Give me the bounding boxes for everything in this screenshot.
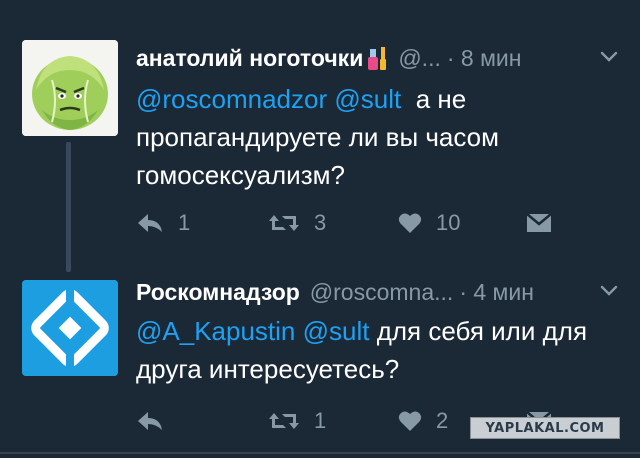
reply-icon <box>136 410 164 432</box>
retweet-count: 1 <box>314 408 327 433</box>
like-button[interactable]: 2 <box>398 404 448 438</box>
retweet-button[interactable]: 3 <box>268 206 326 240</box>
author-name[interactable]: Роскомнадзор <box>136 279 300 306</box>
envelope-icon <box>526 212 552 234</box>
like-count: 10 <box>436 210 461 235</box>
mention-link[interactable]: @roscomnadzor <box>136 84 327 114</box>
like-count: 2 <box>436 408 449 433</box>
heart-icon <box>398 410 422 432</box>
tweet-text: @roscomnadzor @sult а не пропагандируете… <box>136 80 616 194</box>
retweet-count: 3 <box>314 210 327 235</box>
author-name[interactable]: анатолий ноготочки <box>136 45 363 72</box>
like-button[interactable]: 10 <box>398 206 460 240</box>
tweet-text: @A_Kapustin @sult для себя или для друга… <box>136 312 616 388</box>
retweet-icon <box>268 410 300 432</box>
mention-link[interactable]: @sult <box>334 84 401 114</box>
tweet-header: анатолий ноготочки @... · 8 мин <box>136 38 640 78</box>
reply-button[interactable]: 1 <box>136 206 190 240</box>
chevron-down-icon[interactable] <box>600 48 618 66</box>
cabbage-avatar-icon[interactable] <box>22 40 118 136</box>
tweet-actions: 1 3 10 <box>136 206 566 240</box>
tweet-header: Роскомнадзор @roscomna... · 4 мин <box>136 272 640 312</box>
tweet-1[interactable]: анатолий ноготочки @... · 8 мин @roscomn… <box>0 0 640 258</box>
nail-polish-icon <box>366 45 388 71</box>
author-handle[interactable]: @roscomna... <box>310 279 454 306</box>
reply-button[interactable] <box>136 404 178 438</box>
tweet-time[interactable]: · 8 мин <box>447 45 522 72</box>
roskomnadzor-logo-icon[interactable] <box>22 280 118 376</box>
reply-count: 1 <box>178 210 191 235</box>
heart-icon <box>398 212 422 234</box>
watermark: YAPLAKAL.COM <box>470 417 620 439</box>
retweet-button[interactable]: 1 <box>268 404 326 438</box>
divider <box>0 452 640 454</box>
mention-link[interactable]: @A_Kapustin <box>136 316 295 346</box>
tweet-time[interactable]: · 4 мин <box>459 279 534 306</box>
author-handle[interactable]: @... <box>398 45 441 72</box>
retweet-icon <box>268 212 300 234</box>
direct-message-button[interactable] <box>526 206 552 240</box>
mention-link[interactable]: @sult <box>303 316 370 346</box>
chevron-down-icon[interactable] <box>600 282 618 300</box>
reply-icon <box>136 212 164 234</box>
